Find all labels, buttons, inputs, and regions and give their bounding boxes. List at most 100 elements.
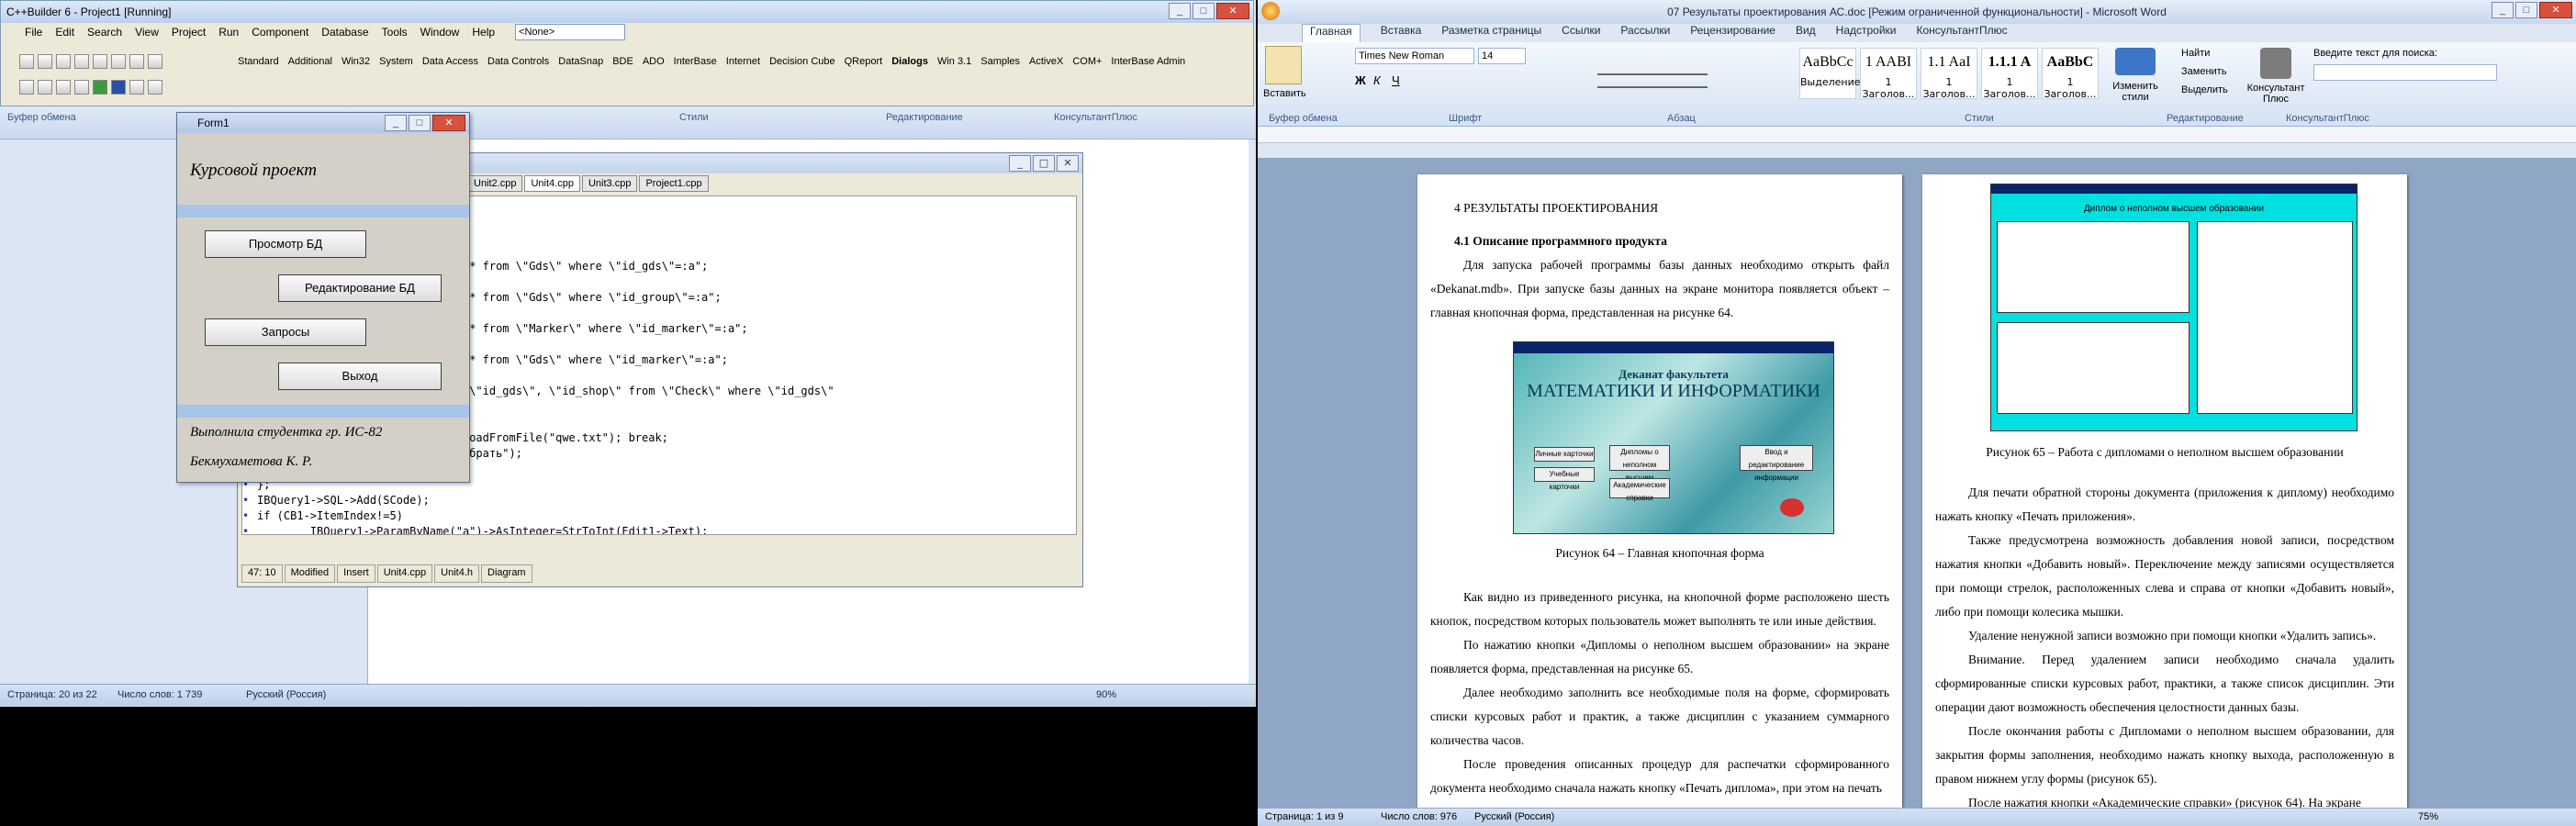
horizontal-ruler[interactable] xyxy=(1258,127,2576,143)
run-icon[interactable] xyxy=(93,80,107,95)
tab-home[interactable]: Главная xyxy=(1302,24,1361,42)
font-name-combo[interactable]: Times New Roman xyxy=(1355,48,1474,64)
style-heading4[interactable]: AaBbC 1 Заголов... xyxy=(2042,48,2099,100)
consultant-plus-icon[interactable] xyxy=(2260,48,2291,79)
exit-button[interactable]: Выход xyxy=(278,363,442,390)
open-project-icon[interactable] xyxy=(93,54,107,69)
palette-tab[interactable]: InterBase Admin xyxy=(1111,56,1185,71)
close-button[interactable]: ✕ xyxy=(1057,155,1079,172)
palette-tab[interactable]: Decision Cube xyxy=(769,56,835,71)
style-heading1[interactable]: 1 AABI 1 Заголов... xyxy=(1860,48,1917,100)
menu-run[interactable]: Run xyxy=(218,26,239,39)
palette-tab[interactable]: QReport xyxy=(845,56,883,71)
tab-consultant[interactable]: КонсультантПлюс xyxy=(1917,24,2008,42)
palette-tab[interactable]: Additional xyxy=(288,56,332,71)
tab-mailings[interactable]: Рассылки xyxy=(1620,24,1670,42)
menu-search[interactable]: Search xyxy=(87,26,122,39)
breakpoint-gutter[interactable]: • xyxy=(242,508,257,524)
save-icon[interactable] xyxy=(56,54,71,69)
office-button-icon[interactable] xyxy=(1261,2,1280,20)
italic-icon[interactable]: К xyxy=(1373,73,1381,87)
tab-page-layout[interactable]: Разметка страницы xyxy=(1441,24,1541,42)
bottom-tab-unit4-cpp[interactable]: Unit4.cpp xyxy=(376,564,433,583)
view-form-icon[interactable] xyxy=(38,80,52,95)
trace-into-icon[interactable] xyxy=(148,80,162,95)
menu-edit[interactable]: Edit xyxy=(55,26,74,39)
style-emphasis[interactable]: AaBbCc Выделение xyxy=(1799,48,1861,99)
open-icon[interactable] xyxy=(38,54,52,69)
bold-icon[interactable]: Ж xyxy=(1355,73,1366,87)
underline-icon[interactable]: Ч xyxy=(1392,73,1400,87)
palette-tab[interactable]: Samples xyxy=(980,56,1020,71)
document-page-2[interactable]: Диплом о неполном высшем образовании Рис… xyxy=(1922,174,2407,808)
tab-unit2[interactable]: Unit2.cpp xyxy=(467,175,523,192)
document-page-1[interactable]: 4 РЕЗУЛЬТАТЫ ПРОЕКТИРОВАНИЯ 4.1 Описание… xyxy=(1417,174,1902,808)
menu-database[interactable]: Database xyxy=(321,26,368,39)
palette-tab[interactable]: InterBase xyxy=(674,56,717,71)
palette-tab[interactable]: COM+ xyxy=(1072,56,1102,71)
new-form-icon[interactable] xyxy=(74,80,89,95)
paste-icon[interactable] xyxy=(1265,46,1302,84)
consultant-plus-label[interactable]: Консультант Плюс xyxy=(2244,83,2308,105)
palette-tab[interactable]: System xyxy=(379,56,413,71)
minimize-button[interactable]: _ xyxy=(1169,3,1191,19)
palette-tab[interactable]: Data Access xyxy=(422,56,478,71)
toggle-form-unit-icon[interactable] xyxy=(56,80,71,95)
add-file-icon[interactable] xyxy=(111,54,126,69)
view-unit-icon[interactable] xyxy=(19,80,34,95)
tab-review[interactable]: Рецензирование xyxy=(1690,24,1775,42)
close-button[interactable]: ✕ xyxy=(1216,3,1249,19)
breakpoint-gutter[interactable]: • xyxy=(242,493,257,508)
code-line[interactable]: • IBQuery1->SQL->Add(SCode); xyxy=(242,493,1076,508)
replace-button[interactable]: Заменить xyxy=(2181,66,2226,77)
menu-component[interactable]: Component xyxy=(252,26,308,39)
palette-tab[interactable]: Internet xyxy=(726,56,760,71)
menu-tools[interactable]: Tools xyxy=(382,26,408,39)
maximize-button[interactable]: □ xyxy=(1033,155,1055,172)
palette-tab[interactable]: Standard xyxy=(238,56,279,71)
breakpoint-gutter[interactable]: • xyxy=(242,524,257,534)
palette-tab[interactable]: ADO xyxy=(643,56,665,71)
change-styles-icon[interactable] xyxy=(2115,48,2156,75)
palette-tab[interactable]: BDE xyxy=(612,56,633,71)
select-button[interactable]: Выделить xyxy=(2181,84,2228,95)
palette-tab[interactable]: Win32 xyxy=(342,56,370,71)
tab-references[interactable]: Ссылки xyxy=(1562,24,1600,42)
tab-unit4[interactable]: Unit4.cpp xyxy=(524,175,580,192)
pause-icon[interactable] xyxy=(111,80,126,95)
close-button[interactable]: ✕ xyxy=(432,115,465,131)
menu-view[interactable]: View xyxy=(135,26,159,39)
paste-label[interactable]: Вставить xyxy=(1263,88,1306,99)
maximize-button[interactable]: □ xyxy=(409,115,431,131)
close-button[interactable]: ✕ xyxy=(2539,2,2572,18)
style-heading2[interactable]: 1.1 AaI 1 Заголов... xyxy=(1921,48,1977,100)
view-db-button[interactable]: Просмотр БД xyxy=(205,230,366,258)
palette-tab[interactable]: Win 3.1 xyxy=(937,56,971,71)
queries-button[interactable]: Запросы xyxy=(205,318,366,346)
configuration-combo[interactable]: <None> xyxy=(515,24,626,40)
minimize-button[interactable]: _ xyxy=(385,115,407,131)
code-line[interactable]: • IBQuery1->ParamByName("a")->AsInteger=… xyxy=(242,524,1076,534)
minimize-button[interactable]: _ xyxy=(1009,155,1031,172)
step-over-icon[interactable] xyxy=(129,80,144,95)
tab-insert[interactable]: Вставка xyxy=(1381,24,1422,42)
palette-tab[interactable]: Data Controls xyxy=(487,56,549,71)
bottom-tab-unit4-h[interactable]: Unit4.h xyxy=(434,564,480,583)
change-styles-label[interactable]: Изменить стили xyxy=(2108,81,2163,103)
tab-project1[interactable]: Project1.cpp xyxy=(639,175,709,192)
style-heading3[interactable]: 1.1.1 A 1 Заголов... xyxy=(1981,48,2038,100)
font-size-combo[interactable]: 14 xyxy=(1478,48,1526,64)
menu-project[interactable]: Project xyxy=(172,26,206,39)
palette-tab[interactable]: DataSnap xyxy=(558,56,603,71)
remove-file-icon[interactable] xyxy=(129,54,144,69)
bottom-tab-diagram[interactable]: Diagram xyxy=(481,564,532,583)
menu-window[interactable]: Window xyxy=(420,26,460,39)
tab-view[interactable]: Вид xyxy=(1796,24,1816,42)
new-icon[interactable] xyxy=(19,54,34,69)
menu-file[interactable]: File xyxy=(25,26,42,39)
maximize-button[interactable]: □ xyxy=(1193,3,1215,19)
menu-help[interactable]: Help xyxy=(472,26,495,39)
maximize-button[interactable]: □ xyxy=(2515,2,2537,18)
tab-addins[interactable]: Надстройки xyxy=(1836,24,1897,42)
save-all-icon[interactable] xyxy=(74,54,89,69)
